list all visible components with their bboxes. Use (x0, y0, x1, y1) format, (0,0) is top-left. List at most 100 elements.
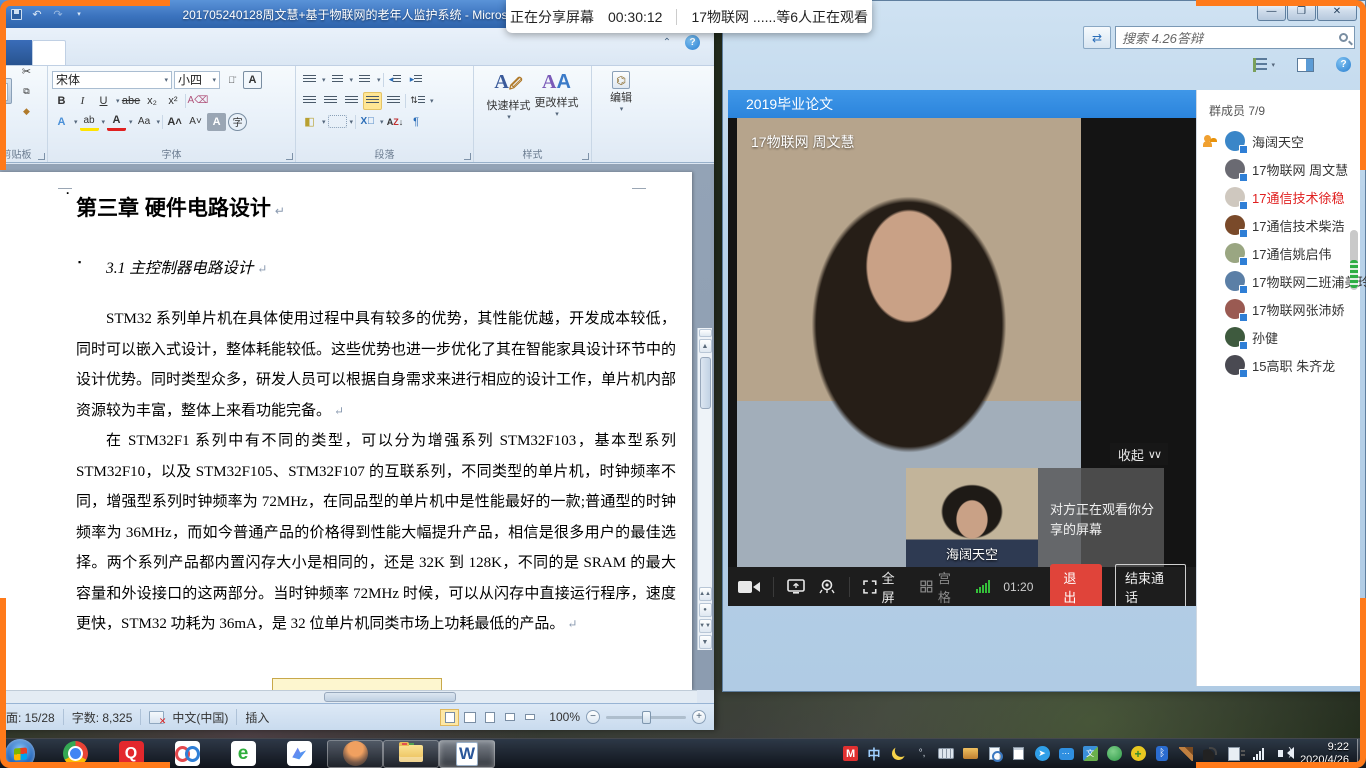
sort-icon[interactable]: AZ↓ (386, 113, 405, 131)
chinese-ime-icon[interactable]: 中 (866, 746, 882, 762)
zoom-slider-thumb[interactable] (642, 711, 651, 724)
member-list-item[interactable]: 17物联网 周文慧 (1197, 155, 1360, 183)
strikethrough-icon[interactable]: abe (122, 92, 141, 110)
font-color-icon[interactable]: A (107, 113, 126, 131)
member-list-item[interactable]: 海阔天空 (1197, 127, 1360, 155)
increase-indent-icon[interactable]: ▸ (407, 71, 426, 89)
bluetooth-icon[interactable]: ᛒ (1154, 746, 1170, 762)
subscript-icon[interactable]: x₂ (143, 92, 162, 110)
help-icon[interactable]: ? (685, 35, 700, 50)
editing-button[interactable]: ⌬ 编辑 ▾ (596, 71, 646, 113)
power-plug-icon[interactable] (1226, 746, 1242, 762)
projector-icon[interactable] (818, 579, 836, 594)
taskbar-clock[interactable]: 9:22 2020/4/26 (1296, 741, 1357, 767)
align-left-icon[interactable] (300, 92, 319, 110)
language-indicator[interactable]: 中文(中国) (172, 709, 228, 726)
highlight-icon[interactable]: ab (80, 113, 99, 131)
web-layout-view-icon[interactable] (480, 709, 499, 726)
align-right-icon[interactable] (342, 92, 361, 110)
panel-icon[interactable] (1297, 58, 1314, 72)
print-layout-view-icon[interactable] (440, 709, 459, 726)
search-icon[interactable] (1339, 33, 1348, 42)
phonetic-guide-icon[interactable]: 文̈ (222, 71, 241, 89)
minimize-button[interactable]: — (1257, 2, 1286, 21)
member-list-item[interactable]: 17物联网二班浦美玲 (1197, 267, 1360, 295)
clipboard-dialog-launcher[interactable] (38, 153, 45, 160)
share-screen-icon[interactable] (787, 579, 805, 594)
ribbon-tab[interactable] (66, 40, 98, 65)
next-page-icon[interactable]: ▼▼ (699, 619, 712, 633)
align-center-icon[interactable] (321, 92, 340, 110)
zoom-level[interactable]: 100% (549, 710, 580, 724)
zoom-slider[interactable] (606, 716, 686, 719)
decrease-indent-icon[interactable]: ◂ (386, 71, 405, 89)
char-shading-icon[interactable]: A (207, 113, 226, 131)
help-icon[interactable]: ? (1336, 57, 1351, 72)
notes-icon[interactable] (1010, 746, 1026, 762)
moon-icon[interactable] (890, 746, 906, 762)
insert-mode[interactable]: 插入 (245, 709, 269, 726)
zoom-in-icon[interactable]: + (692, 710, 706, 724)
enclose-char-icon[interactable]: 字 (228, 113, 247, 131)
document-text[interactable]: 第三章 硬件电路设计 3.1 主控制器电路设计 STM32 系列单片机在具体使用… (76, 192, 676, 640)
change-case-icon[interactable]: Aa (135, 113, 154, 131)
ime-toolbox-icon[interactable] (962, 746, 978, 762)
search-input[interactable] (1122, 30, 1339, 45)
fullscreen-button[interactable]: 全屏 (863, 568, 907, 606)
member-list-item[interactable]: 17通信姚启伟 (1197, 239, 1360, 267)
chat-bubble-icon[interactable]: ⋯ (1058, 746, 1074, 762)
wubi-input-icon[interactable]: 文 (1082, 746, 1098, 762)
list-view-icon[interactable]: ▾ (1253, 58, 1275, 72)
italic-icon[interactable]: I (73, 92, 92, 110)
safety-plus-icon[interactable]: + (1130, 746, 1146, 762)
member-scrollbar-thumb[interactable] (1350, 230, 1358, 290)
vertical-scrollbar[interactable]: ▲ ▲▲ ● ▼▼ ▼ (697, 328, 712, 650)
outline-view-icon[interactable] (500, 709, 519, 726)
borders-icon[interactable] (328, 115, 347, 128)
camera-icon[interactable] (738, 580, 760, 594)
taskbar-app-button[interactable]: W (439, 740, 495, 768)
split-handle[interactable] (699, 329, 712, 337)
satellite-icon[interactable] (1202, 746, 1218, 762)
draft-view-icon[interactable] (520, 709, 539, 726)
ribbon-tab[interactable] (130, 40, 162, 65)
font-dialog-launcher[interactable] (286, 153, 293, 160)
font-name-select[interactable]: 宋体▾ (52, 71, 172, 89)
underline-dropdown-icon[interactable]: ▾ (116, 97, 120, 105)
multilevel-list-icon[interactable] (355, 71, 374, 89)
taskbar-app-button[interactable] (159, 740, 215, 768)
paste-button[interactable] (0, 78, 12, 104)
browse-object-icon[interactable]: ● (699, 603, 712, 617)
ribbon-collapse-icon[interactable]: ⌃ (659, 34, 675, 50)
ribbon-tab[interactable] (226, 40, 258, 65)
ribbon-tab[interactable] (98, 40, 130, 65)
member-list-item[interactable]: 15高职 朱齐龙 (1197, 351, 1360, 379)
scroll-down-icon[interactable]: ▼ (699, 635, 712, 649)
close-button[interactable]: ✕ (1317, 2, 1357, 21)
collapse-button[interactable]: 收起∨∨ (1110, 443, 1168, 465)
shading-icon[interactable]: ◧ (300, 113, 319, 131)
keyboard-icon[interactable] (938, 746, 954, 762)
ribbon-tab[interactable] (194, 40, 226, 65)
underline-icon[interactable]: U (94, 92, 113, 110)
prev-page-icon[interactable]: ▲▲ (699, 587, 712, 601)
bullets-icon[interactable] (300, 71, 319, 89)
paragraph-dialog-launcher[interactable] (464, 153, 471, 160)
search-doc-icon[interactable] (986, 746, 1002, 762)
member-list-item[interactable]: 17物联网张沛娇 (1197, 295, 1360, 323)
quick-styles-button[interactable]: A🖉 快速样式 ▾ (487, 71, 531, 121)
page-indicator[interactable]: 页面: 15/28 (0, 709, 55, 726)
format-painter-icon[interactable]: ◆ (17, 102, 36, 120)
shrink-font-icon[interactable]: A˅ (186, 113, 205, 131)
taskbar-app-button[interactable] (271, 740, 327, 768)
taskbar-app-button[interactable] (47, 740, 103, 768)
justify-icon[interactable] (363, 92, 382, 110)
taskbar-app-button[interactable]: Q (103, 740, 159, 768)
show-marks-icon[interactable]: ¶ (407, 113, 426, 131)
copy-icon[interactable]: ⧉ (17, 82, 36, 100)
green-globe-icon[interactable] (1106, 746, 1122, 762)
ribbon-tab[interactable] (162, 40, 194, 65)
exit-button[interactable]: 退出 (1050, 564, 1102, 607)
hscroll-thumb[interactable] (324, 692, 456, 702)
scroll-thumb[interactable] (700, 357, 711, 409)
